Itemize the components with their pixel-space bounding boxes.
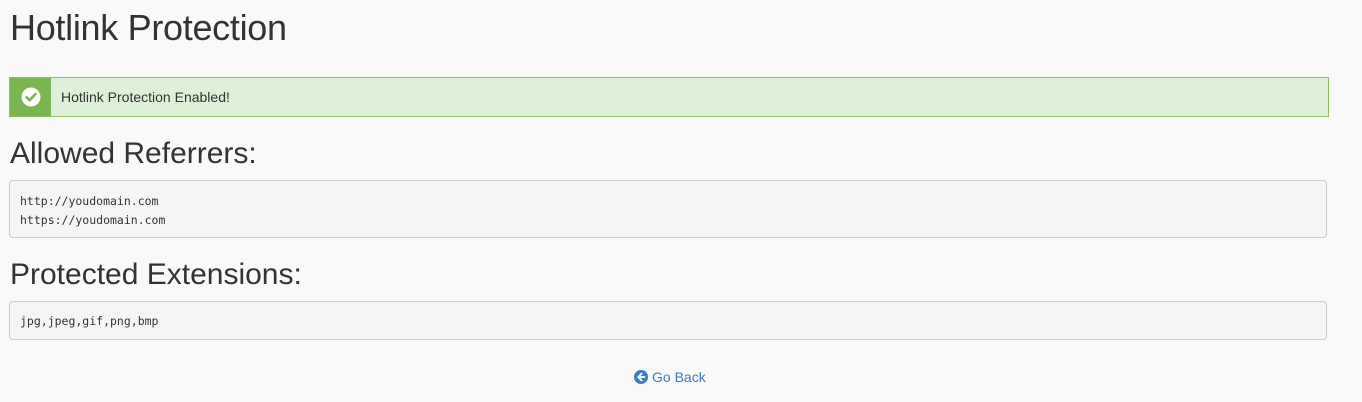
check-circle-icon — [21, 87, 41, 107]
success-alert: Hotlink Protection Enabled! — [9, 77, 1329, 117]
hotlink-protection-page: Hotlink Protection Hotlink Protection En… — [0, 0, 1362, 402]
protected-extensions-box: jpg,jpeg,gif,png,bmp — [9, 301, 1327, 340]
go-back-label: Go Back — [652, 369, 706, 385]
protected-extensions-heading: Protected Extensions: — [10, 258, 302, 291]
page-title: Hotlink Protection — [10, 7, 287, 48]
allowed-referrers-box: http://youdomain.com https://youdomain.c… — [9, 180, 1327, 238]
alert-message: Hotlink Protection Enabled! — [61, 89, 230, 105]
referrer-item: http://youdomain.com — [20, 194, 159, 208]
referrer-item: https://youdomain.com — [20, 213, 166, 227]
alert-icon-box — [10, 78, 51, 116]
go-back-link[interactable]: Go Back — [634, 369, 706, 385]
allowed-referrers-heading: Allowed Referrers: — [10, 137, 257, 170]
arrow-circle-left-icon — [634, 370, 648, 384]
extensions-value: jpg,jpeg,gif,png,bmp — [20, 314, 159, 328]
